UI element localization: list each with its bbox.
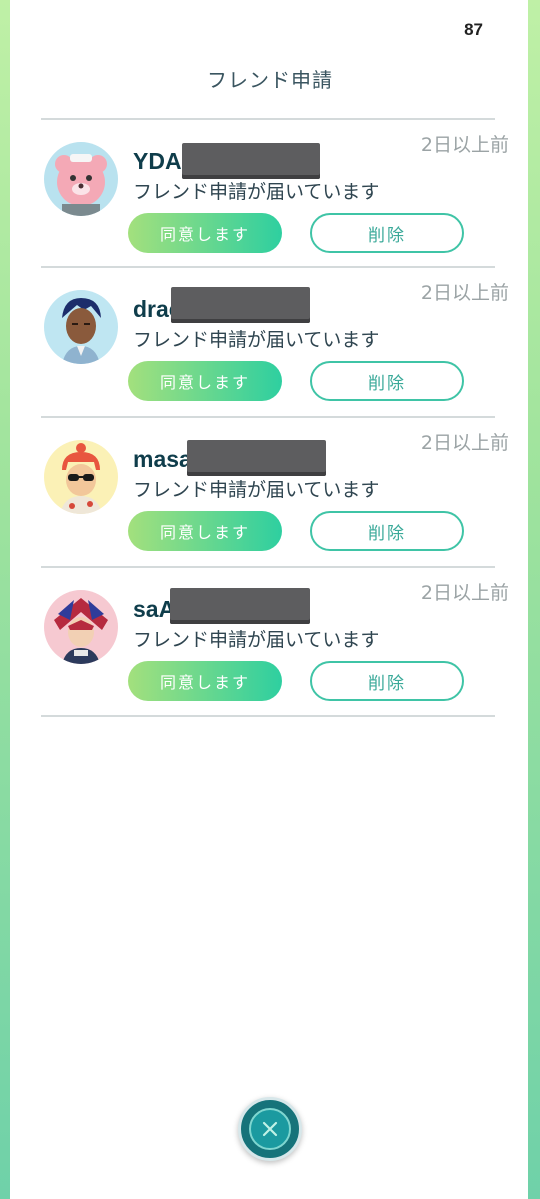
avatar[interactable] (44, 290, 118, 364)
request-message: フレンド申請が届いています (133, 629, 380, 651)
list-item: masa フレンド申請が届いています 2日以上前 同意します 削除 (0, 418, 540, 568)
user-name: saA (133, 596, 176, 622)
list-item: YDA フレンド申請が届いています 2日以上前 同意します 削除 (0, 120, 540, 270)
accept-button[interactable]: 同意します (128, 661, 282, 701)
request-time: 2日以上前 (420, 582, 509, 604)
close-button-inner (249, 1108, 291, 1150)
request-message: フレンド申請が届いています (133, 329, 380, 351)
redaction-block (170, 588, 310, 624)
avatar[interactable] (44, 142, 118, 216)
request-time: 2日以上前 (420, 134, 509, 156)
redaction-block (187, 440, 326, 476)
delete-button[interactable]: 削除 (310, 213, 464, 253)
user-name: masa (133, 446, 192, 472)
list-item: saA フレンド申請が届いています 2日以上前 同意します 削除 (0, 568, 540, 718)
redaction-block (182, 143, 320, 179)
page-title: フレンド申請 (207, 68, 333, 92)
user-name: YDA (133, 148, 182, 174)
request-message: フレンド申請が届いています (133, 181, 380, 203)
request-time: 2日以上前 (420, 282, 509, 304)
status-counter: 87 (464, 20, 483, 39)
delete-button[interactable]: 削除 (310, 511, 464, 551)
accept-button[interactable]: 同意します (128, 511, 282, 551)
request-time: 2日以上前 (420, 432, 509, 454)
accept-button[interactable]: 同意します (128, 213, 282, 253)
request-message: フレンド申請が届いています (133, 479, 380, 501)
avatar[interactable] (44, 440, 118, 514)
delete-button[interactable]: 削除 (310, 661, 464, 701)
delete-button[interactable]: 削除 (310, 361, 464, 401)
divider (41, 715, 495, 717)
avatar[interactable] (44, 590, 118, 664)
redaction-block (171, 287, 310, 323)
close-icon (262, 1121, 278, 1137)
list-item: drac フレンド申請が届いています 2日以上前 同意します 削除 (0, 268, 540, 418)
close-button[interactable] (238, 1097, 302, 1161)
accept-button[interactable]: 同意します (128, 361, 282, 401)
